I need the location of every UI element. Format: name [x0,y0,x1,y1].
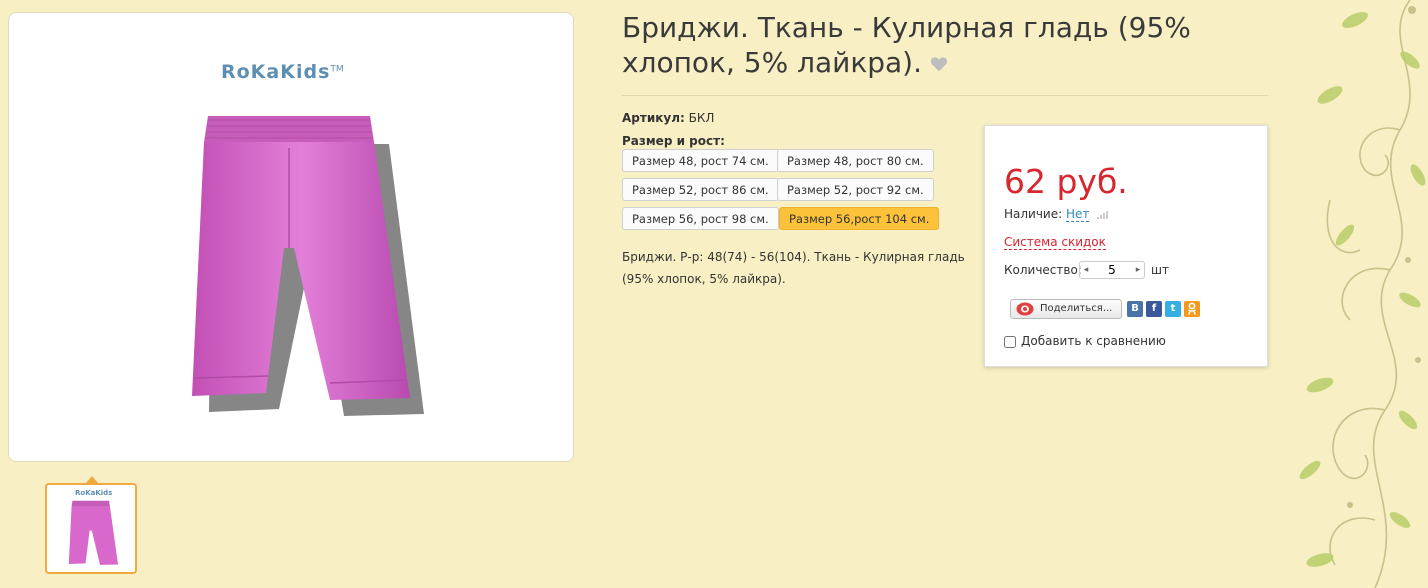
compare-label: Добавить к сравнению [1021,334,1166,348]
odnoklassniki-share-icon[interactable] [1184,301,1200,317]
availability: Наличие: Нет [1004,207,1111,222]
article-number: Артикул: БКЛ [622,111,714,125]
discount-system-link[interactable]: Система скидок [1004,235,1106,250]
purchase-box: 62 руб. Наличие: Нет Система скидок Коли… [984,125,1268,367]
product-description: Бриджи. Р-р: 48(74) - 56(104). Ткань - К… [622,250,965,286]
heart-icon[interactable] [930,56,948,72]
size-option-48-80[interactable]: Размер 48, рост 80 см. [777,149,934,172]
article-value: БКЛ [688,111,715,125]
size-option-52-86[interactable]: Размер 52, рост 86 см. [622,178,779,201]
page-title: Бриджи. Ткань - Кулирная гладь (95% хлоп… [622,10,1222,80]
thumbnail-brand-logo: RoKaKids [75,489,113,497]
facebook-share-icon[interactable]: f [1146,301,1162,317]
sizes-label: Размер и рост: [622,134,725,148]
quantity-value[interactable]: 5 [1092,262,1132,278]
signal-bars-icon [1097,211,1109,219]
compare-checkbox[interactable] [1004,335,1016,348]
product-thumbnail[interactable]: RoKaKids [45,483,137,574]
product-image-panel[interactable]: RoKaKidsTM [8,12,574,462]
compare-option[interactable]: Добавить к сравнению [1004,334,1166,348]
twitter-share-icon[interactable]: t [1165,301,1181,317]
decorative-vine [1299,0,1426,588]
size-option-48-74[interactable]: Размер 48, рост 74 см. [622,149,779,172]
size-option-56-104[interactable]: Размер 56,рост 104 см. [779,207,940,230]
product-photo [192,116,424,416]
quantity-unit: шт [1151,263,1169,277]
vk-share-icon[interactable]: В [1127,301,1143,317]
price: 62 руб. [1004,162,1128,201]
size-option-52-92[interactable]: Размер 52, рост 92 см. [777,178,934,201]
thumbnail-photo [68,500,119,565]
thumbnail-pointer [86,476,98,483]
share-icon [1016,302,1034,316]
availability-value[interactable]: Нет [1066,207,1090,222]
availability-label: Наличие: [1004,207,1063,221]
product-title-text: Бриджи. Ткань - Кулирная гладь (95% хлоп… [622,11,1191,79]
quantity-label: Количество: [1004,263,1082,277]
quantity-stepper[interactable]: ◂ 5 ▸ [1079,261,1145,279]
quantity-decrease-button[interactable]: ◂ [1080,262,1092,278]
share-button[interactable]: Поделиться... [1010,299,1122,319]
size-option-56-98[interactable]: Размер 56, рост 98 см. [622,207,779,230]
share-label: Поделиться... [1040,303,1113,314]
brand-logo: RoKaKidsTM [221,61,344,83]
article-label: Артикул: [622,111,685,125]
quantity-increase-button[interactable]: ▸ [1132,262,1144,278]
title-divider [622,95,1268,96]
